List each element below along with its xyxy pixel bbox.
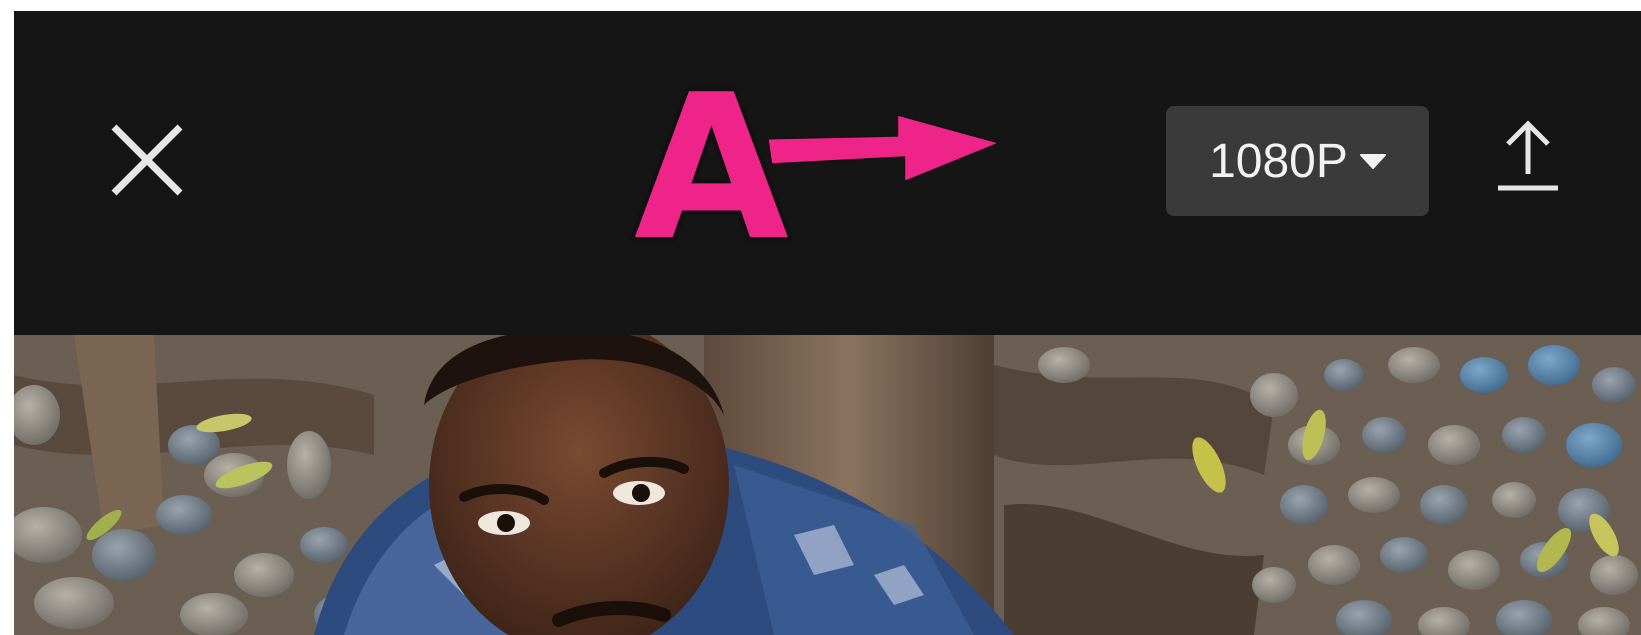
photo-preview: [14, 335, 1641, 635]
caret-down-icon: [1359, 154, 1386, 169]
resolution-label: 1080P: [1209, 134, 1348, 188]
arrow-right-icon: [767, 114, 1000, 183]
annotation-letter: A: [630, 52, 793, 285]
resolution-dropdown[interactable]: 1080P: [1166, 106, 1429, 216]
upload-icon: [1498, 120, 1558, 191]
photo-preview-image: [14, 335, 1641, 635]
export-button[interactable]: [1492, 116, 1564, 198]
close-button[interactable]: [110, 121, 186, 197]
annotation-arrow: [767, 114, 1000, 183]
editor-frame: 1080P A: [14, 11, 1641, 635]
close-icon: [111, 124, 183, 196]
